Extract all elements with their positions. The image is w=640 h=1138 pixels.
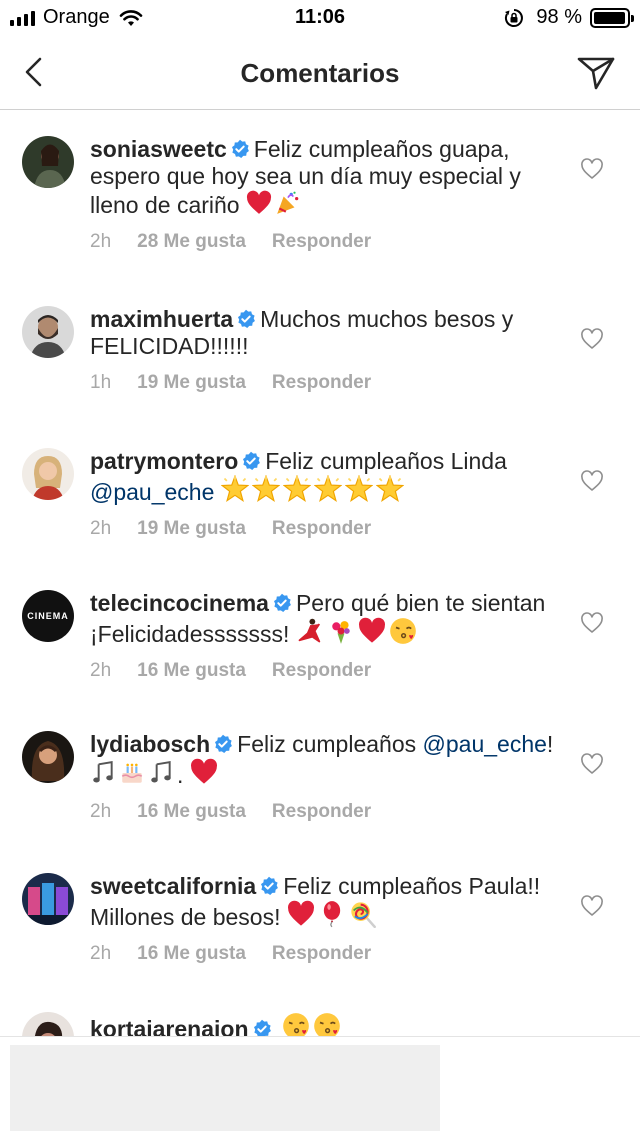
comment-username[interactable]: maximhuerta bbox=[90, 306, 233, 332]
like-heart-icon[interactable] bbox=[580, 753, 604, 775]
verified-badge-icon bbox=[236, 309, 256, 329]
comment-text: lydiabosch Feliz cumpleaños @pau_eche!. bbox=[90, 731, 560, 789]
comment-message: Feliz cumpleaños bbox=[237, 731, 417, 757]
party-popper-emoji-icon bbox=[275, 190, 301, 216]
comment-username[interactable]: soniasweetc bbox=[90, 136, 227, 162]
red-heart-emoji-icon bbox=[358, 617, 386, 645]
avatar[interactable] bbox=[22, 448, 74, 500]
comment-age: 2h bbox=[90, 231, 112, 252]
comment-input-bar bbox=[0, 1036, 640, 1138]
glowing-star-emoji-icon bbox=[221, 475, 249, 503]
avatar[interactable] bbox=[22, 873, 74, 925]
avatar[interactable] bbox=[22, 306, 74, 358]
reply-button[interactable]: Responder bbox=[272, 660, 371, 682]
kiss-face-emoji-icon bbox=[389, 617, 417, 645]
comment-text: telecincocinema Pero qué bien te sientan … bbox=[90, 590, 560, 648]
status-right: 98 % bbox=[504, 6, 634, 29]
glowing-star-emoji-icon bbox=[283, 475, 311, 503]
comment-text: sweetcalifornia Feliz cumpleaños Paula!! … bbox=[90, 873, 560, 931]
comment-message-after: ! bbox=[546, 731, 554, 757]
like-heart-icon[interactable] bbox=[580, 328, 604, 350]
battery-percent: 98 % bbox=[536, 6, 582, 28]
comment-username[interactable]: sweetcalifornia bbox=[90, 873, 256, 899]
music-notes-emoji-icon bbox=[90, 760, 116, 786]
comment-meta: 1h 19 Me gusta Responder bbox=[90, 372, 560, 394]
likes-count[interactable]: 16 Me gusta bbox=[137, 801, 246, 823]
comment-meta: 2h 19 Me gusta Responder bbox=[90, 518, 560, 540]
comment-age: 2h bbox=[90, 518, 112, 539]
verified-badge-icon bbox=[241, 451, 261, 471]
reply-button[interactable]: Responder bbox=[272, 372, 371, 394]
like-heart-icon[interactable] bbox=[580, 158, 604, 180]
birthday-cake-emoji-icon bbox=[119, 760, 145, 786]
comment-username[interactable]: patrymontero bbox=[90, 448, 238, 474]
comment-age: 2h bbox=[90, 660, 112, 681]
verified-badge-icon bbox=[259, 876, 279, 896]
glowing-star-emoji-icon bbox=[252, 475, 280, 503]
dancer-emoji-icon bbox=[296, 617, 324, 645]
reply-button[interactable]: Responder bbox=[272, 231, 371, 253]
reply-button[interactable]: Responder bbox=[272, 943, 371, 965]
mention-link[interactable]: @pau_eche bbox=[423, 731, 547, 757]
verified-badge-icon bbox=[272, 593, 292, 613]
mention-link[interactable]: @pau_eche bbox=[90, 479, 214, 505]
like-heart-icon[interactable] bbox=[580, 895, 604, 917]
comment-text: maximhuerta Muchos muchos besos y FELICID… bbox=[90, 306, 560, 360]
avatar[interactable] bbox=[22, 731, 74, 783]
comment-message-tail: . bbox=[177, 762, 184, 788]
comment-age: 1h bbox=[90, 372, 112, 393]
battery-tip bbox=[631, 14, 634, 22]
comment-meta: 2h 16 Me gusta Responder bbox=[90, 801, 560, 823]
reply-button[interactable]: Responder bbox=[272, 518, 371, 540]
likes-count[interactable]: 28 Me gusta bbox=[137, 231, 246, 253]
battery-icon bbox=[590, 7, 634, 28]
verified-badge-icon bbox=[230, 139, 250, 159]
likes-count[interactable]: 19 Me gusta bbox=[137, 372, 246, 394]
avatar[interactable]: CINEMA bbox=[22, 590, 74, 642]
comment-meta: 2h 16 Me gusta Responder bbox=[90, 943, 560, 965]
battery-fill bbox=[594, 11, 626, 24]
music-notes-emoji-icon bbox=[148, 760, 174, 786]
status-bar: Orange 11:06 98 % bbox=[0, 0, 640, 38]
nav-bar: Comentarios bbox=[0, 38, 640, 110]
lollipop-emoji-icon bbox=[349, 900, 377, 928]
comment-text: soniasweetc Feliz cumpleaños guapa, esper… bbox=[90, 136, 560, 219]
direct-send-icon[interactable] bbox=[576, 52, 616, 92]
comment-meta: 2h 28 Me gusta Responder bbox=[90, 231, 560, 253]
rotation-lock-icon bbox=[505, 8, 524, 27]
glowing-star-emoji-icon bbox=[314, 475, 342, 503]
bouquet-emoji-icon bbox=[327, 617, 355, 645]
comment-meta: 2h 16 Me gusta Responder bbox=[90, 660, 560, 682]
reply-button[interactable]: Responder bbox=[272, 801, 371, 823]
likes-count[interactable]: 19 Me gusta bbox=[137, 518, 246, 540]
avatar[interactable] bbox=[22, 136, 74, 188]
comment-input-field[interactable] bbox=[10, 1045, 440, 1131]
comment-text: patrymontero Feliz cumpleaños Linda @pau_… bbox=[90, 448, 560, 506]
glowing-star-emoji-icon bbox=[376, 475, 404, 503]
likes-count[interactable]: 16 Me gusta bbox=[137, 660, 246, 682]
like-heart-icon[interactable] bbox=[580, 612, 604, 634]
verified-badge-icon bbox=[213, 734, 233, 754]
balloon-emoji-icon bbox=[318, 900, 346, 928]
red-heart-emoji-icon bbox=[190, 758, 218, 786]
comment-username[interactable]: telecincocinema bbox=[90, 590, 269, 616]
comment-username[interactable]: lydiabosch bbox=[90, 731, 210, 757]
likes-count[interactable]: 16 Me gusta bbox=[137, 943, 246, 965]
comment-message: Feliz cumpleaños Linda bbox=[265, 448, 507, 474]
comment-age: 2h bbox=[90, 801, 112, 822]
avatar-logo-text: CINEMA bbox=[27, 611, 69, 621]
glowing-star-emoji-icon bbox=[345, 475, 373, 503]
red-heart-emoji-icon bbox=[287, 900, 315, 928]
like-heart-icon[interactable] bbox=[580, 470, 604, 492]
red-heart-emoji-icon bbox=[246, 190, 272, 216]
page-title: Comentarios bbox=[240, 58, 400, 88]
comment-age: 2h bbox=[90, 943, 112, 964]
